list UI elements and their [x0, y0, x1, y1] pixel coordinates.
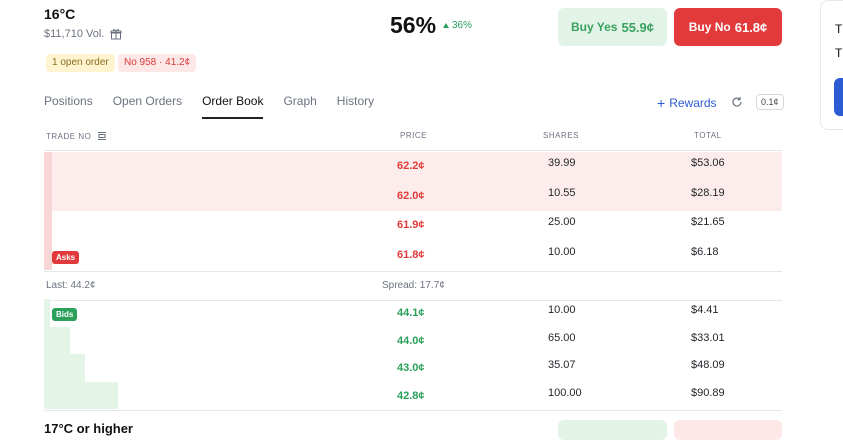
buy-no-label: Buy No — [688, 20, 731, 34]
spread-row: Last: 44.2¢ Spread: 17.7¢ — [44, 271, 782, 301]
bid-shares: 65.00 — [548, 331, 576, 344]
buy-no-button[interactable]: Buy No 61.8¢ — [674, 8, 782, 46]
refresh-icon[interactable] — [731, 96, 743, 108]
ask-total: $21.65 — [691, 216, 725, 228]
probability: 56% — [390, 12, 437, 38]
asks-badge: Asks — [52, 251, 80, 264]
next-market-title[interactable]: 17°C or higher — [44, 421, 133, 436]
bid-price: 43.0¢ — [397, 362, 425, 374]
bid-price: 42.8¢ — [397, 389, 425, 402]
total-header: TOTAL — [694, 131, 722, 140]
gift-icon[interactable] — [110, 28, 122, 40]
shares-header: SHARES — [543, 131, 579, 140]
bid-row[interactable]: 42.8¢ 100.00 $90.89 — [44, 381, 782, 409]
tab-graph[interactable]: Graph — [283, 94, 316, 119]
ask-price: 61.9¢ — [397, 219, 425, 231]
bid-total: $90.89 — [691, 386, 725, 399]
bid-shares: 100.00 — [548, 386, 582, 399]
bid-depth-bar — [44, 299, 50, 327]
delta-value: 36% — [452, 20, 473, 31]
bids-bottom-divider — [44, 410, 782, 411]
market-title: 16°C — [44, 6, 76, 22]
open-order-pill[interactable]: 1 open order — [46, 54, 115, 72]
trade-header: TRADE NO — [46, 131, 107, 141]
ask-row[interactable]: 62.0¢ 10.55 $28.19 — [44, 181, 782, 211]
rewards-label: Rewards — [669, 96, 717, 110]
ask-row[interactable]: 61.9¢ 25.00 $21.65 — [44, 211, 782, 241]
buy-no-price: 61.8¢ — [734, 19, 768, 35]
trade-header-label: TRADE NO — [46, 131, 92, 141]
bids-badge: Bids — [52, 308, 78, 321]
bid-total: $48.09 — [691, 359, 725, 371]
bid-row[interactable]: 44.1¢ 10.00 $4.41 — [44, 299, 782, 327]
plus-icon: + — [657, 95, 666, 111]
ask-total: $28.19 — [691, 186, 725, 199]
ask-total: $6.18 — [691, 245, 719, 258]
bid-depth-bar — [44, 381, 118, 409]
price-header: PRICE — [400, 131, 427, 140]
tab-bar: Positions Open Orders Order Book Graph H… — [44, 94, 394, 119]
header-divider — [44, 150, 782, 151]
next-buy-yes-button[interactable] — [558, 420, 667, 440]
bid-depth-bar — [44, 326, 70, 354]
ask-row[interactable]: 62.2¢ 39.99 $53.06 — [44, 152, 782, 182]
buy-yes-price: 55.9¢ — [621, 19, 655, 35]
bid-depth-bar — [44, 354, 85, 382]
volume-text: $11,710 Vol. — [44, 28, 105, 40]
ask-price: 61.8¢ — [397, 248, 425, 261]
buy-yes-button[interactable]: Buy Yes 55.9¢ — [558, 8, 667, 46]
ask-price: 62.2¢ — [397, 160, 425, 172]
up-arrow-icon — [443, 23, 449, 28]
tick-size-selector[interactable]: 0.1¢ — [756, 94, 784, 110]
spread-value: Spread: 17.7¢ — [382, 280, 445, 291]
side-panel-text-2: T — [835, 46, 843, 60]
ask-edge-bar — [44, 211, 52, 241]
bid-shares: 35.07 — [548, 359, 576, 371]
probability-change: 36% — [443, 20, 472, 31]
tab-order-book[interactable]: Order Book — [202, 94, 264, 119]
bid-shares: 10.00 — [548, 304, 576, 316]
bid-price: 44.1¢ — [397, 307, 425, 319]
bid-total: $4.41 — [691, 304, 719, 316]
ask-edge-bar — [44, 240, 52, 270]
tab-history[interactable]: History — [337, 94, 374, 119]
bid-row[interactable]: 43.0¢ 35.07 $48.09 — [44, 354, 782, 382]
ask-shares: 39.99 — [548, 157, 576, 169]
ask-price: 62.0¢ — [397, 189, 425, 202]
market-volume: $11,710 Vol. — [44, 28, 122, 40]
ask-row[interactable]: 61.8¢ 10.00 $6.18 — [44, 240, 782, 270]
bid-price: 44.0¢ — [397, 334, 425, 347]
position-pill[interactable]: No 958 · 41.2¢ — [118, 54, 197, 72]
buy-yes-label: Buy Yes — [570, 20, 618, 34]
side-panel-text-1: T — [835, 22, 843, 36]
last-price: Last: 44.2¢ — [46, 280, 96, 291]
rewards-button[interactable]: + Rewards — [657, 96, 717, 110]
bid-total: $33.01 — [691, 331, 725, 344]
tab-positions[interactable]: Positions — [44, 94, 93, 119]
tab-open-orders[interactable]: Open Orders — [113, 94, 182, 119]
bid-row[interactable]: 44.0¢ 65.00 $33.01 — [44, 326, 782, 354]
ask-total: $53.06 — [691, 157, 725, 169]
ask-edge-bar — [44, 181, 52, 211]
order-book-toggle-icon[interactable] — [97, 131, 107, 141]
ask-shares: 10.00 — [548, 245, 576, 258]
ask-shares: 10.55 — [548, 186, 576, 199]
next-buy-no-button[interactable] — [674, 420, 782, 440]
side-panel-button[interactable] — [834, 78, 843, 116]
ask-shares: 25.00 — [548, 216, 576, 228]
ask-edge-bar — [44, 152, 52, 182]
